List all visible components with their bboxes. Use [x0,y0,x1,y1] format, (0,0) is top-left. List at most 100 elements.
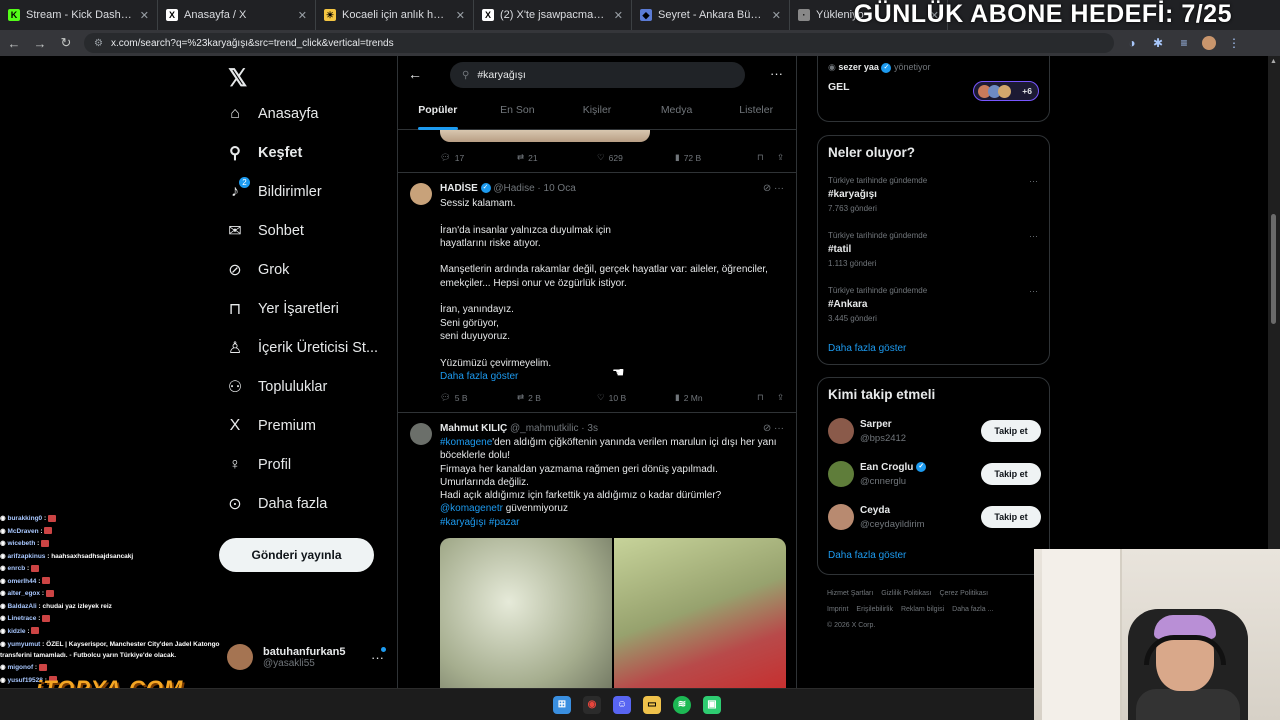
sidebar-item-grok[interactable]: ⊘ Grok [226,261,289,279]
tweet[interactable]: Mahmut KILIÇ @_mahmutkilic · 3s ⊘ ··· #k… [398,413,796,688]
reply-button[interactable]: 💬︎ 17 [440,152,517,163]
forward-icon[interactable]: → [32,36,48,51]
more-icon[interactable]: ··· [1029,286,1038,296]
post-button[interactable]: Gönderi yayınla [219,538,374,572]
grok-icon[interactable]: ⊘ ··· [763,183,784,194]
extension-icon[interactable]: ◑ [1124,36,1140,50]
bookmark-icon[interactable]: ⊓ [757,392,777,403]
chat-username[interactable]: yumyumut [7,641,40,648]
sidebar-item-mail[interactable]: ✉ Sohbet [226,222,304,240]
start-icon[interactable]: ⊞ [553,695,571,714]
post-image[interactable] [440,538,612,688]
browser-tab[interactable]: X Anasayfa / X ✕ [158,0,316,30]
follow-suggestion[interactable]: Ceyda @ceydayildirim Takip et [828,502,1041,532]
avatar[interactable] [828,504,854,530]
footer-link[interactable]: Daha fazla ... [952,606,993,613]
sidebar-item-communities[interactable]: ⚇ Topluluklar [226,378,328,396]
tab-3[interactable]: Medya [637,100,717,130]
post-image[interactable] [614,538,786,688]
close-icon[interactable]: ✕ [456,9,465,22]
reply-button[interactable]: 💬︎ 5 B [440,392,517,403]
close-icon[interactable]: ✕ [298,9,307,22]
profile-avatar[interactable] [1202,36,1216,50]
chat-username[interactable]: McDraven [7,528,38,535]
more-icon[interactable]: ··· [1029,176,1038,186]
hashtag-link[interactable]: #karyağışı [440,517,486,528]
close-icon[interactable]: ✕ [772,9,781,22]
browser-tab[interactable]: K Stream - Kick Dashboard ✕ [0,0,158,30]
close-icon[interactable]: ✕ [614,9,623,22]
follow-button[interactable]: Takip et [981,506,1041,528]
sidebar-item-more-circle[interactable]: ⊙ Daha fazla [226,495,327,513]
tab-0[interactable]: Popüler [398,100,478,130]
author-name[interactable]: HADİSE [440,183,478,194]
browser-tab[interactable]: X (2) X'te jsawpacman: "@nocont ✕ [474,0,632,30]
site-info-icon[interactable]: ⚙ [94,38,103,49]
tweet-time[interactable]: · 3s [581,423,598,434]
post-image[interactable] [440,130,650,142]
views-button[interactable]: ▮ 72 B [675,152,757,163]
footer-link[interactable]: Gizlilik Politikası [881,590,931,597]
author-handle[interactable]: @_mahmutkilic [510,423,579,434]
avatar[interactable] [828,418,854,444]
search-input[interactable]: ⚲ #karyağışı [450,62,745,88]
chat-username[interactable]: alter_egox [7,590,40,597]
author-handle[interactable]: @Hadise [493,183,534,194]
grok-icon[interactable]: ⊘ ··· [763,423,784,434]
sidebar-item-bell[interactable]: ♪ 2 Bildirimler [226,177,322,201]
spotify-icon[interactable]: ≋ [673,695,691,714]
trend-item[interactable]: Türkiye tarihinde gündemde #Ankara 3.445 g… [828,286,1038,323]
footer-link[interactable]: Imprint [827,606,848,613]
repost-button[interactable]: ⇄ 21 [517,152,597,163]
chat-username[interactable]: kidzle [7,628,25,635]
menu-icon[interactable]: ≡ [1176,36,1192,50]
group-members[interactable]: +6 [973,81,1039,101]
chat-username[interactable]: migonof [7,664,33,671]
views-button[interactable]: ▮ 2 Mn [675,392,757,403]
chat-username[interactable]: arifzapkinus [7,553,45,560]
trend-item[interactable]: Türkiye tarihinde gündemde #karyağışı 7.76… [828,176,1038,213]
more-icon[interactable]: ··· [371,650,384,665]
chat-username[interactable]: wicebeth [7,540,35,547]
browser-tab[interactable]: ◆ Seyret - Ankara Büyükşehir Bel ✕ [632,0,790,30]
footer-link[interactable]: Çerez Politikası [939,590,988,597]
tab-1[interactable]: En Son [478,100,558,130]
chat-username[interactable]: burakking0 [7,515,42,522]
sidebar-item-bookmark[interactable]: ⊓ Yer İşaretleri [226,300,339,318]
chat-username[interactable]: Linetrace [7,615,36,622]
back-arrow-icon[interactable]: ← [408,66,422,82]
chat-username[interactable]: BaldazAli [7,603,36,610]
reload-icon[interactable]: ↻ [58,35,74,51]
footer-link[interactable]: Reklam bilgisi [901,606,944,613]
tweet[interactable]: 💬︎ 17 ⇄ 21 ♡ 629 ▮ 72 B ⊓ ⇪ [398,130,796,173]
sidebar-item-search[interactable]: ⚲ Keşfet [226,144,302,162]
share-icon[interactable]: ⇪ [777,152,784,163]
back-icon[interactable]: ← [6,36,22,51]
app-icon[interactable]: ▣ [703,695,721,714]
browser-tab[interactable]: ☀ Kocaeli için anlık hava durumu... ✕ [316,0,474,30]
account-switcher[interactable]: batuhanfurkan5 @yasakli55 ··· [227,644,386,670]
follow-button[interactable]: Takip et [981,420,1041,442]
tab-2[interactable]: Kişiler [557,100,637,130]
hashtag-link[interactable]: #pazar [486,517,520,528]
footer-link[interactable]: Hizmet Şartları [827,590,873,597]
file-explorer-icon[interactable]: ▭ [643,695,661,714]
sidebar-item-home[interactable]: ⌂ Anasayfa [226,105,318,123]
tweet-time[interactable]: · 10 Oca [537,183,575,194]
extensions-puzzle-icon[interactable]: ✱ [1150,36,1166,50]
follow-button[interactable]: Takip et [981,463,1041,485]
more-icon[interactable]: ··· [770,66,783,81]
trend-item[interactable]: Türkiye tarihinde gündemde #tatil 1.113 gö… [828,231,1038,268]
hashtag-link[interactable]: #komagene [440,437,492,448]
discord-icon[interactable]: ☺ [613,695,631,714]
avatar[interactable] [410,423,432,445]
show-more-link[interactable]: Daha fazla göster [828,550,906,561]
bookmark-icon[interactable]: ⊓ [757,152,777,163]
like-button[interactable]: ♡ 10 B [597,392,675,403]
repost-button[interactable]: ⇄ 2 B [517,392,597,403]
sidebar-item-creator[interactable]: ♙ İçerik Üreticisi St... [226,339,378,357]
mention-link[interactable]: @komagenetr [440,503,503,514]
avatar[interactable] [410,183,432,205]
more-icon[interactable]: ··· [1029,231,1038,241]
footer-link[interactable]: © 2026 X Corp. [827,622,875,629]
